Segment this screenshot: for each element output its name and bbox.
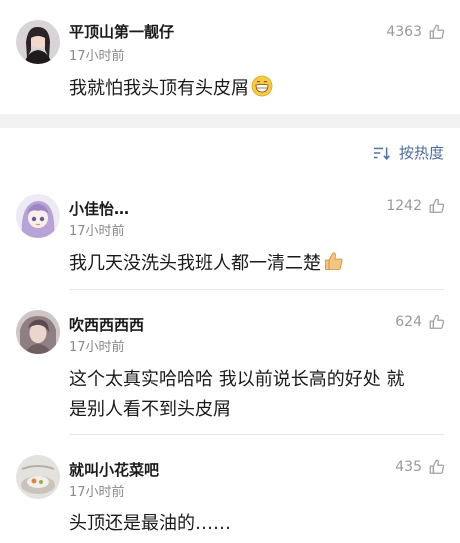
comment-separator bbox=[69, 434, 444, 435]
like-button[interactable]: 624 bbox=[395, 312, 446, 332]
like-button[interactable]: 435 bbox=[395, 457, 446, 477]
sort-button[interactable]: 按热度 bbox=[373, 142, 444, 163]
like-button[interactable]: 1242 bbox=[386, 196, 446, 216]
comment-time: 17小时前 bbox=[69, 485, 125, 500]
like-count: 624 bbox=[395, 314, 422, 330]
comment-time: 17小时前 bbox=[69, 49, 125, 64]
username[interactable]: 小佳怡… bbox=[69, 198, 129, 219]
top-comment: 平顶山第一靓仔 17小时前 4363 我就怕我头顶有头皮屑 bbox=[0, 0, 460, 114]
comment-text: 我几天没洗头我班人都一清二楚 bbox=[69, 249, 440, 279]
thumbs-up-icon bbox=[428, 458, 446, 476]
username[interactable]: 平顶山第一靓仔 bbox=[69, 21, 174, 42]
sort-lines-icon bbox=[373, 144, 393, 162]
thumbs-up-emoji-icon bbox=[323, 250, 345, 272]
avatar[interactable] bbox=[16, 310, 60, 354]
comment-time: 17小时前 bbox=[69, 340, 125, 355]
comment-time: 17小时前 bbox=[69, 224, 125, 239]
sort-label: 按热度 bbox=[398, 144, 444, 162]
username[interactable]: 就叫小花菜吧 bbox=[69, 459, 159, 480]
thumbs-up-icon bbox=[428, 313, 446, 331]
like-button[interactable]: 4363 bbox=[386, 22, 446, 42]
thumbs-up-icon bbox=[428, 197, 446, 215]
like-count: 435 bbox=[395, 459, 422, 475]
grinning-emoji-icon bbox=[251, 75, 273, 97]
username[interactable]: 吹西西西西 bbox=[69, 314, 144, 335]
like-count: 1242 bbox=[386, 198, 422, 214]
comment-separator bbox=[69, 289, 444, 290]
comment-text: 我就怕我头顶有头皮屑 bbox=[69, 74, 440, 104]
avatar[interactable] bbox=[16, 194, 60, 238]
comment-text: 头顶还是最油的…… bbox=[69, 513, 231, 534]
comment-text: 这个太真实哈哈哈 我以前说长高的好处 就 是别人看不到头皮屑 bbox=[69, 369, 405, 420]
thumbs-up-icon bbox=[428, 23, 446, 41]
like-count: 4363 bbox=[386, 24, 422, 40]
avatar[interactable] bbox=[16, 455, 60, 499]
section-divider bbox=[0, 114, 460, 128]
avatar[interactable] bbox=[16, 20, 60, 64]
